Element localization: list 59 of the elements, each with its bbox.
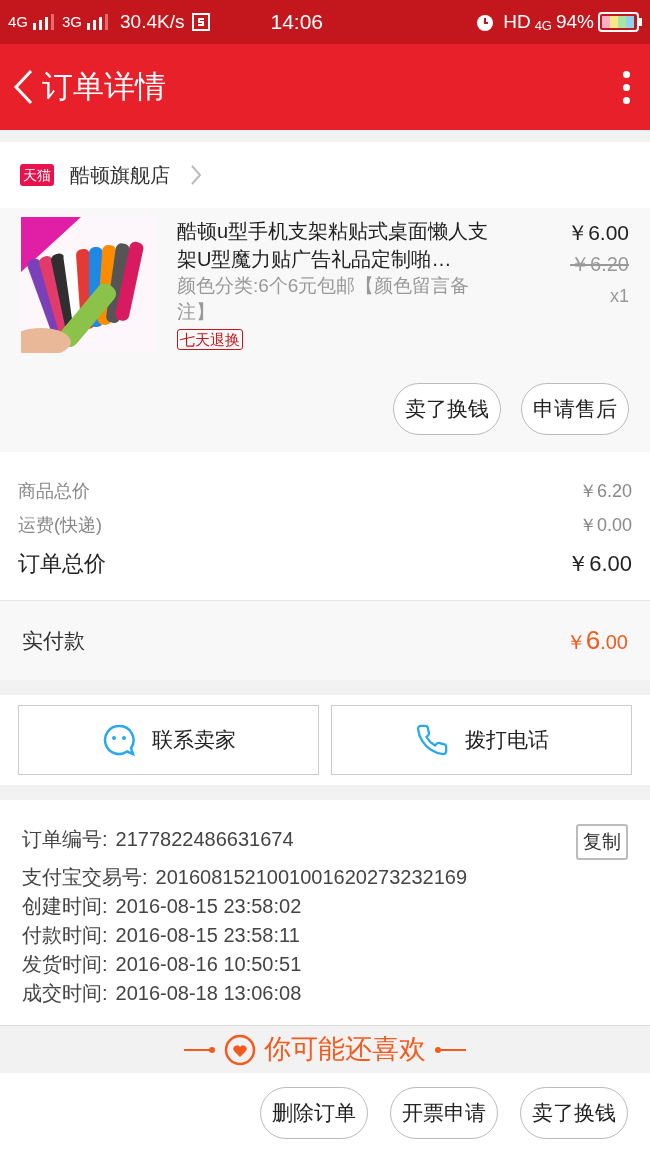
info-label: 创建时间: bbox=[22, 894, 108, 919]
paid-label: 实付款 bbox=[22, 627, 85, 654]
more-menu-button[interactable] bbox=[623, 70, 630, 104]
signal-icon bbox=[32, 14, 54, 30]
summary-label: 订单总价 bbox=[18, 549, 106, 578]
paid-amount: ￥6.00 bbox=[565, 624, 628, 657]
phone-icon bbox=[414, 723, 449, 757]
info-label: 付款时间: bbox=[22, 923, 108, 948]
info-label: 发货时间: bbox=[22, 952, 108, 977]
status-text: 4G bbox=[8, 11, 28, 32]
product-price: ￥6.00 bbox=[567, 220, 629, 246]
product-title: 酷顿u型手机支架粘贴式桌面懒人支架U型魔力贴广告礼品定制啪… bbox=[177, 219, 490, 272]
back-button[interactable] bbox=[12, 69, 34, 105]
info-value: 2016-08-16 10:50:51 bbox=[115, 952, 302, 977]
back-icon bbox=[12, 69, 34, 105]
info-value: 2016-08-15 23:58:11 bbox=[115, 923, 300, 948]
contact-button[interactable]: 拨打电话 bbox=[331, 705, 632, 775]
action-button[interactable]: 卖了换钱 bbox=[393, 383, 501, 435]
chevron-right-icon bbox=[190, 164, 202, 186]
return-policy-tag: 七天退换 bbox=[177, 329, 243, 350]
action-button[interactable]: 删除订单 bbox=[260, 1087, 368, 1139]
signal-icon bbox=[86, 14, 109, 30]
summary-value: ￥6.20 bbox=[578, 479, 632, 503]
arrow-divider-icon bbox=[434, 1045, 466, 1054]
info-value: 2177822486631674 bbox=[115, 827, 294, 852]
summary-label: 运费(快递) bbox=[18, 513, 102, 537]
summary-label: 商品总价 bbox=[18, 479, 90, 503]
info-label: 支付宝交易号: bbox=[22, 865, 148, 890]
status-text: 30.4K/s bbox=[120, 9, 185, 34]
chat-bubble-icon bbox=[101, 723, 136, 757]
product-quantity: x1 bbox=[610, 284, 629, 308]
product-variant: 颜色分类:6个6元包邮【颜色留言备注】 bbox=[177, 274, 471, 324]
status-text: 3G bbox=[62, 11, 83, 32]
status-text: 4G bbox=[534, 16, 552, 35]
summary-value: ￥0.00 bbox=[578, 513, 632, 537]
store-name: 酷顿旗舰店 bbox=[70, 163, 170, 188]
summary-value: ￥6.00 bbox=[567, 549, 632, 578]
app-icon bbox=[192, 13, 211, 31]
action-button[interactable]: 申请售后 bbox=[521, 383, 629, 435]
alarm-icon bbox=[475, 12, 496, 32]
info-value: 2016-08-15 23:58:02 bbox=[115, 894, 302, 919]
info-value: 2016081521001001620273232169 bbox=[155, 865, 467, 890]
info-label: 订单编号: bbox=[22, 827, 108, 852]
battery-icon bbox=[598, 12, 642, 32]
store-badge: 天猫 bbox=[20, 164, 54, 186]
arrow-divider-icon bbox=[184, 1045, 216, 1054]
battery-percent: 94% bbox=[555, 9, 594, 34]
copy-button[interactable]: 复制 bbox=[576, 824, 628, 860]
action-button[interactable]: 开票申请 bbox=[390, 1087, 498, 1139]
status-text: HD bbox=[503, 9, 531, 34]
contact-button[interactable]: 联系卖家 bbox=[18, 705, 319, 775]
action-button[interactable]: 卖了换钱 bbox=[520, 1087, 628, 1139]
clock: 14:06 bbox=[270, 9, 324, 36]
info-label: 成交时间: bbox=[22, 981, 108, 1006]
page-title: 订单详情 bbox=[42, 67, 166, 106]
store-row[interactable]: 天猫 酷顿旗舰店 bbox=[0, 142, 650, 208]
original-price: ￥6.20 bbox=[570, 251, 629, 277]
recommend-title: 你可能还喜欢 bbox=[264, 1033, 426, 1067]
info-value: 2016-08-18 13:06:08 bbox=[115, 981, 302, 1006]
